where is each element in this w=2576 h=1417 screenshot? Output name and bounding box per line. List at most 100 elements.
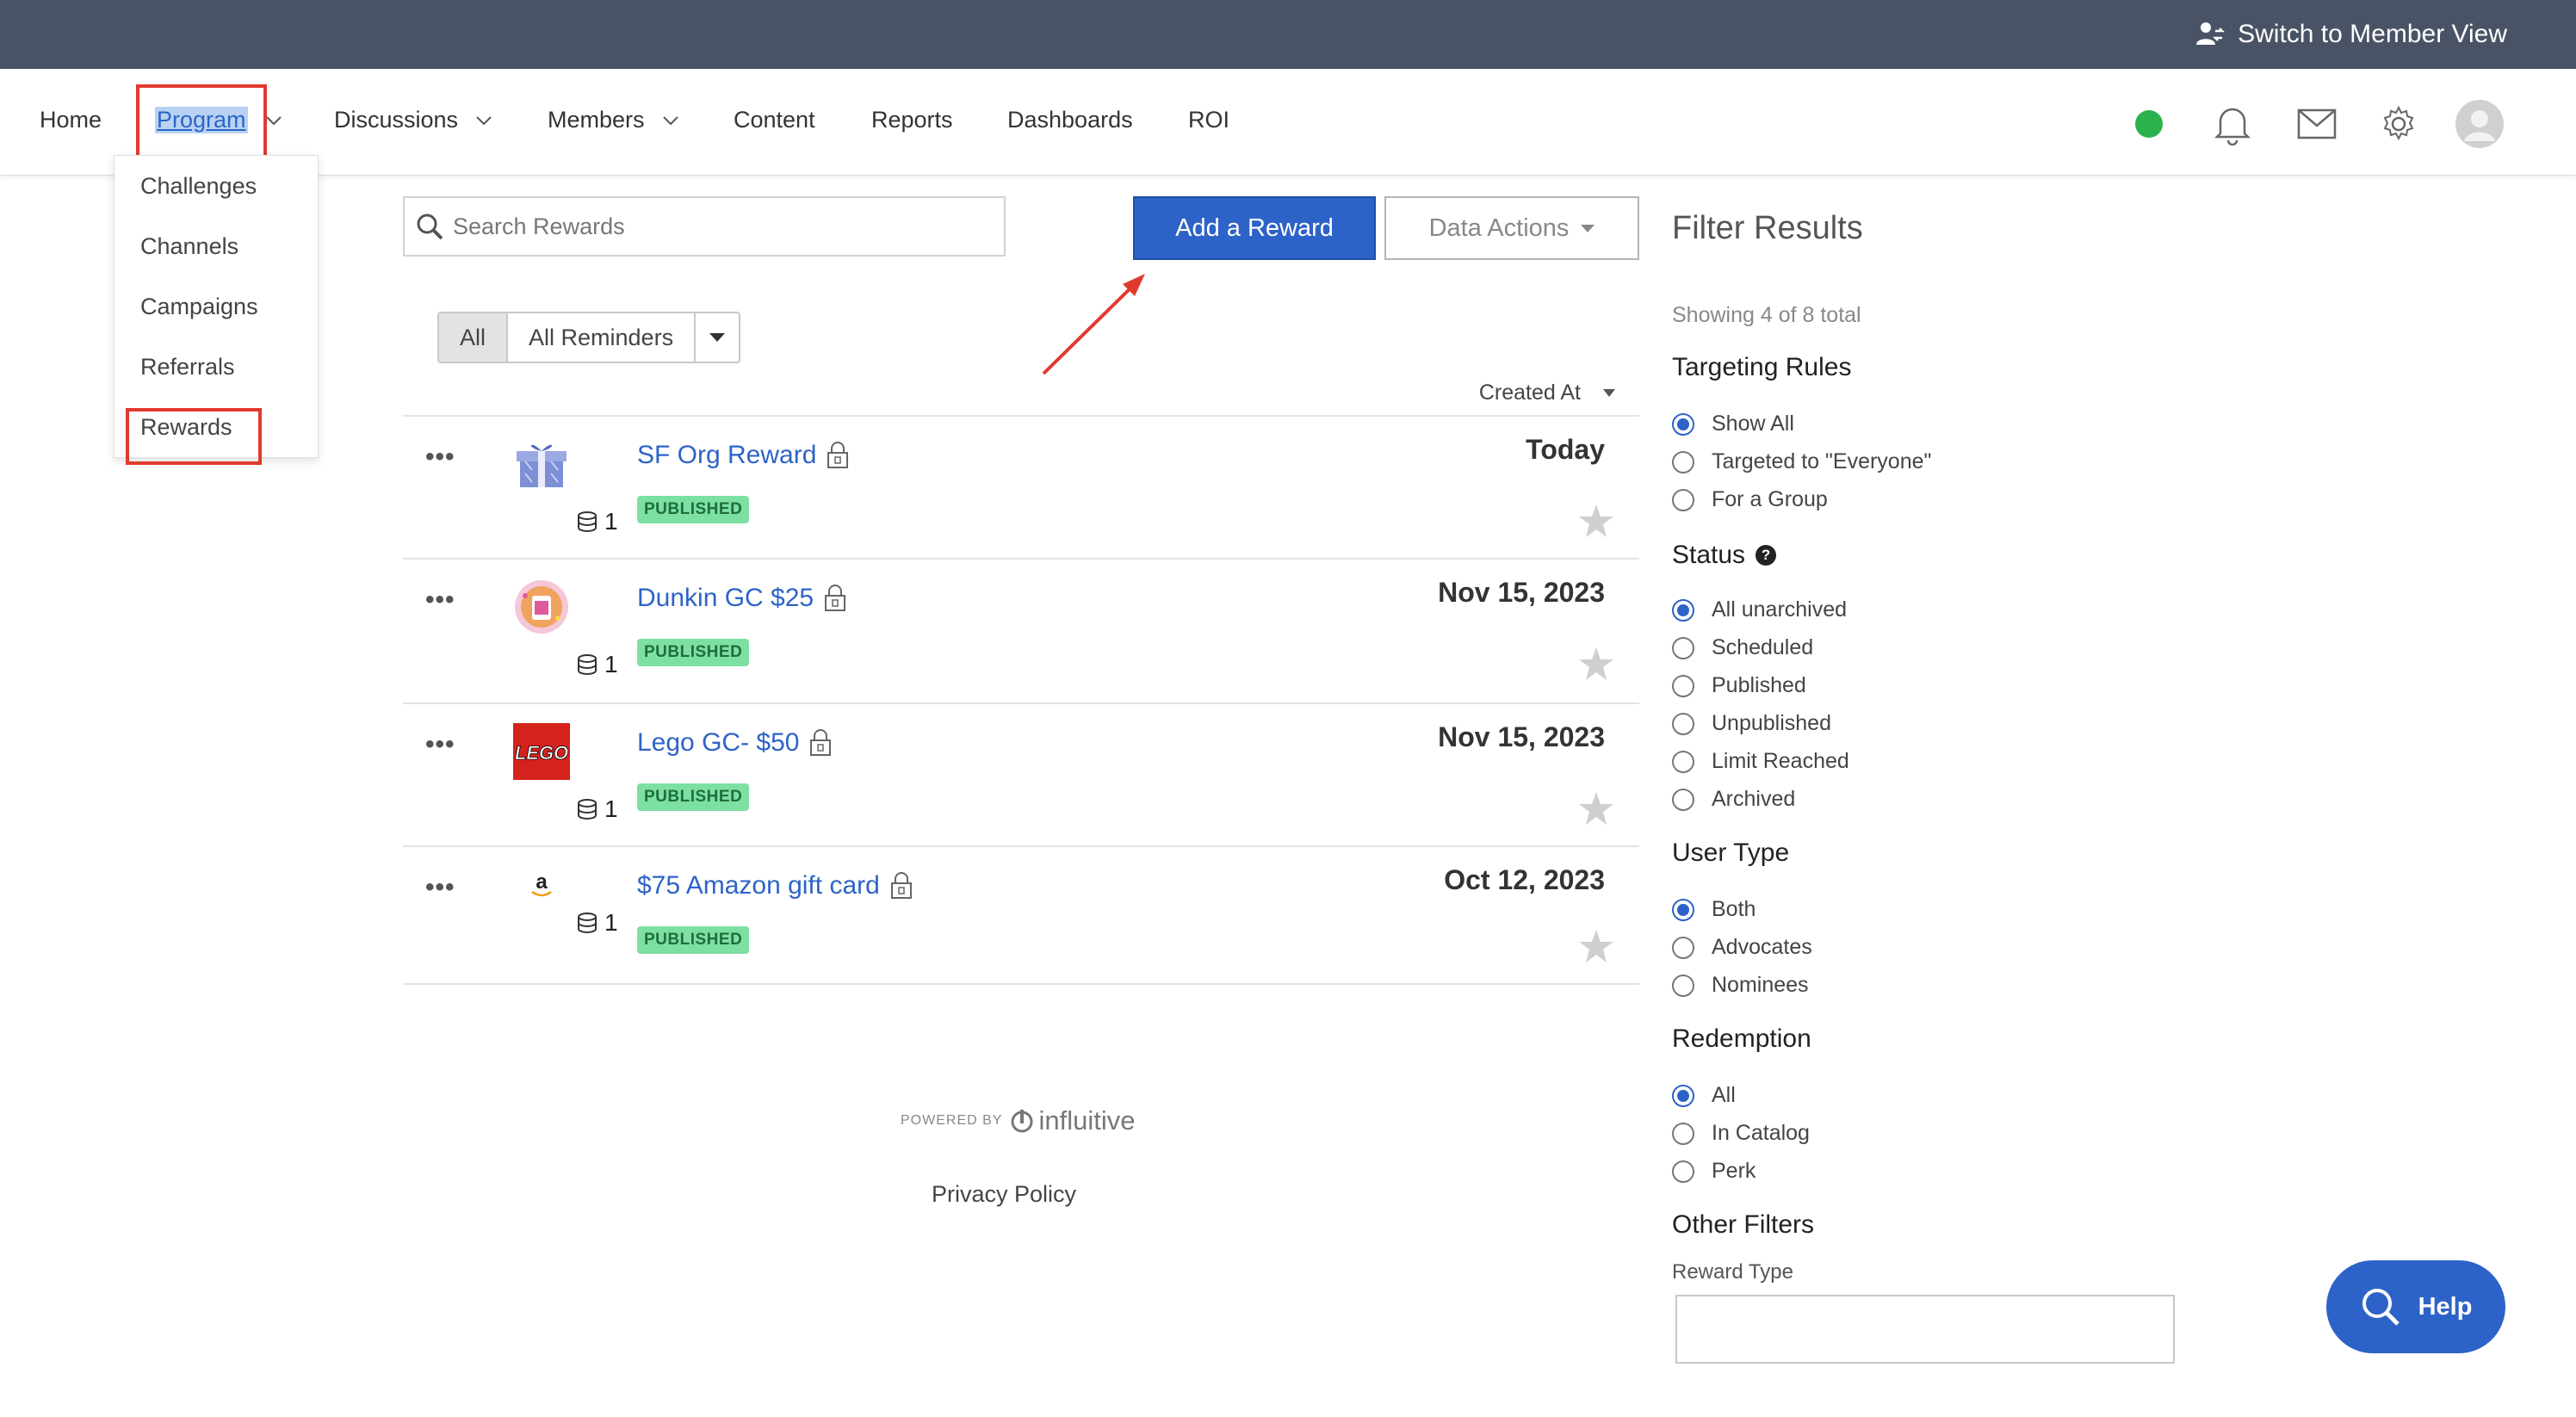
sort-label: Created At [1478,381,1581,405]
data-actions-label: Data Actions [1428,213,1570,242]
more-options-icon[interactable]: ••• [425,873,455,902]
gear-icon [2383,105,2414,141]
reward-date: Today [1526,434,1605,465]
filter-dropdown-toggle[interactable] [696,313,739,362]
reward-title: SF Org Reward [637,441,817,469]
radio-for-a-group[interactable]: For a Group [1672,487,1828,512]
reward-date: Oct 12, 2023 [1444,864,1605,895]
nav-content[interactable]: Content [734,107,815,133]
reward-title-link[interactable]: SF Org Reward [637,441,849,470]
option-label: Scheduled [1712,635,1814,659]
section-label: User Type [1672,838,1790,867]
messages-button[interactable] [2297,100,2337,148]
switch-user-icon [2196,22,2226,45]
section-label: Redemption [1672,1024,1811,1053]
menu-item-label: Challenges [140,173,257,199]
radio-redemption-all[interactable]: All [1672,1083,1736,1108]
nav-roi[interactable]: ROI [1188,107,1229,133]
radio-selected-icon [1672,898,1694,921]
radio-all-unarchived[interactable]: All unarchived [1672,597,1847,622]
switch-to-member-view-button[interactable]: Switch to Member View [2195,15,2507,54]
radio-advocates[interactable]: Advocates [1672,935,1812,960]
status-badge: PUBLISHED [637,783,750,811]
chevron-down-icon [476,115,492,125]
search-rewards-input[interactable] [453,213,969,240]
filter-all-reminders-button[interactable]: All Reminders [508,313,697,362]
data-actions-button[interactable]: Data Actions [1384,196,1639,260]
radio-archived[interactable]: Archived [1672,787,1795,812]
nav-home[interactable]: Home [40,107,102,133]
radio-unpublished[interactable]: Unpublished [1672,711,1831,736]
help-icon[interactable]: ? [1756,545,1777,566]
star-icon[interactable] [1577,928,1615,964]
nav-program[interactable]: Program [155,107,282,133]
nav-reports[interactable]: Reports [871,107,953,133]
reward-title-link[interactable]: Lego GC- $50 [637,728,832,758]
menu-item-channels[interactable]: Channels [140,233,238,260]
lego-logo: LEGO [513,723,570,780]
radio-show-all[interactable]: Show All [1672,411,1794,436]
reward-title-link[interactable]: $75 Amazon gift card [637,871,913,900]
nav-members[interactable]: Members [548,107,679,133]
caret-down-icon [1581,224,1595,232]
search-rewards-field[interactable] [403,196,1006,257]
reward-title: $75 Amazon gift card [637,871,880,900]
nav-dashboards[interactable]: Dashboards [1007,107,1133,133]
help-button[interactable]: Help [2326,1260,2505,1353]
lock-icon [890,872,912,899]
notifications-button[interactable] [2213,100,2252,148]
nav-reports-label: Reports [871,107,953,133]
points-value: 1 [604,909,618,936]
amazon-logo-text: a [536,870,548,894]
avatar-icon [2455,100,2504,148]
search-help-icon [2362,1289,2400,1326]
envelope-icon [2297,108,2337,139]
menu-item-campaigns[interactable]: Campaigns [140,294,258,320]
results-count: Showing 4 of 8 total [1672,303,1861,327]
reward-title-link[interactable]: Dunkin GC $25 [637,584,846,613]
radio-selected-icon [1672,412,1694,436]
menu-item-challenges[interactable]: Challenges [140,173,257,200]
more-options-icon[interactable]: ••• [425,442,455,472]
privacy-policy-link[interactable]: Privacy Policy [932,1181,1076,1208]
reward-type-input[interactable] [1675,1295,2175,1364]
sort-created-at[interactable]: Created At [1479,381,1615,405]
filter-all-button[interactable]: All [439,313,509,362]
user-avatar[interactable] [2455,100,2504,148]
option-label: Targeted to "Everyone" [1712,449,1932,473]
option-label: Both [1712,897,1756,921]
more-options-icon[interactable]: ••• [425,585,455,615]
radio-both[interactable]: Both [1672,897,1756,922]
points-value: 1 [604,651,618,678]
menu-item-rewards[interactable]: Rewards [140,414,232,441]
more-options-icon[interactable]: ••• [425,730,455,759]
radio-nominees[interactable]: Nominees [1672,973,1809,998]
chevron-down-icon [265,115,282,125]
influitive-logo-icon [1011,1110,1033,1133]
points-value: 1 [604,508,618,535]
menu-item-referrals[interactable]: Referrals [140,354,235,381]
nav-discussions[interactable]: Discussions [334,107,492,133]
star-icon[interactable] [1577,646,1615,682]
nav-home-label: Home [40,107,102,133]
radio-scheduled[interactable]: Scheduled [1672,635,1813,660]
star-icon[interactable] [1577,790,1615,826]
status-indicator [2135,100,2163,148]
star-icon[interactable] [1577,503,1615,539]
menu-item-label: Referrals [140,354,235,380]
radio-targeted-everyone[interactable]: Targeted to "Everyone" [1672,449,1931,474]
coins-icon [578,913,597,933]
radio-in-catalog[interactable]: In Catalog [1672,1121,1810,1146]
other-filters-heading: Other Filters [1672,1210,1814,1240]
settings-button[interactable] [2380,100,2418,148]
filter-reminders-label: All Reminders [529,324,674,350]
status-badge: PUBLISHED [637,496,750,523]
reward-date: Nov 15, 2023 [1438,721,1605,752]
add-reward-label: Add a Reward [1175,213,1334,242]
option-label: Published [1712,673,1806,697]
radio-perk[interactable]: Perk [1672,1159,1756,1184]
add-reward-button[interactable]: Add a Reward [1133,196,1376,260]
radio-limit-reached[interactable]: Limit Reached [1672,749,1849,774]
radio-published[interactable]: Published [1672,673,1806,698]
menu-item-label: Channels [140,233,239,259]
